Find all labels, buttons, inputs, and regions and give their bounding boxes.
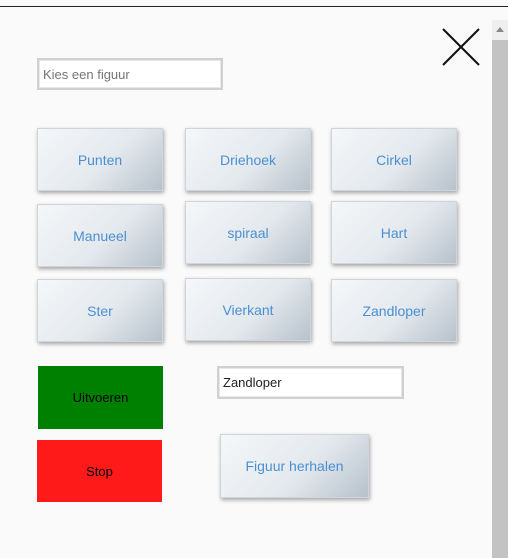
shape-button-zandloper[interactable]: Zandloper xyxy=(331,279,457,342)
shape-button-ster[interactable]: Ster xyxy=(37,279,163,342)
shape-button-label: Punten xyxy=(77,151,123,168)
scroll-up-button[interactable] xyxy=(492,20,508,38)
shape-button-label: Cirkel xyxy=(376,151,412,168)
selected-shape-value: Zandloper xyxy=(223,375,282,390)
stop-button[interactable]: Stop xyxy=(37,440,162,502)
shape-name-field[interactable] xyxy=(37,58,223,90)
stop-button-label: Stop xyxy=(86,463,113,479)
repeat-shape-label: Figuur herhalen xyxy=(245,458,344,474)
shape-button-label: Zandloper xyxy=(362,302,426,319)
chevron-up-icon xyxy=(496,26,504,32)
top-divider xyxy=(0,6,508,7)
shape-name-input[interactable] xyxy=(43,66,221,82)
shape-button-punten[interactable]: Punten xyxy=(37,128,163,191)
shape-button-cirkel[interactable]: Cirkel xyxy=(331,128,457,191)
close-icon xyxy=(442,28,480,66)
shape-button-driehoek[interactable]: Driehoek xyxy=(185,128,311,191)
shape-button-label: Ster xyxy=(87,302,113,319)
run-button-label: Uitvoeren xyxy=(72,390,129,405)
close-button[interactable] xyxy=(441,27,481,67)
selected-shape-field[interactable]: Zandloper xyxy=(217,366,404,399)
shape-button-label: Driehoek xyxy=(219,151,277,168)
shape-button-manueel[interactable]: Manueel xyxy=(37,204,163,267)
shape-button-vierkant[interactable]: Vierkant xyxy=(185,278,311,341)
shape-button-hart[interactable]: Hart xyxy=(331,201,457,264)
shape-button-label: Manueel xyxy=(73,227,127,244)
shape-button-label: Hart xyxy=(380,224,408,241)
run-button[interactable]: Uitvoeren xyxy=(38,366,163,429)
shape-button-label: spiraal xyxy=(227,224,269,241)
vertical-scrollbar[interactable] xyxy=(492,20,508,558)
scroll-thumb[interactable] xyxy=(492,40,508,558)
shape-button-spiraal[interactable]: spiraal xyxy=(185,201,311,264)
repeat-shape-button[interactable]: Figuur herhalen xyxy=(220,434,369,498)
shape-button-label: Vierkant xyxy=(222,301,274,318)
